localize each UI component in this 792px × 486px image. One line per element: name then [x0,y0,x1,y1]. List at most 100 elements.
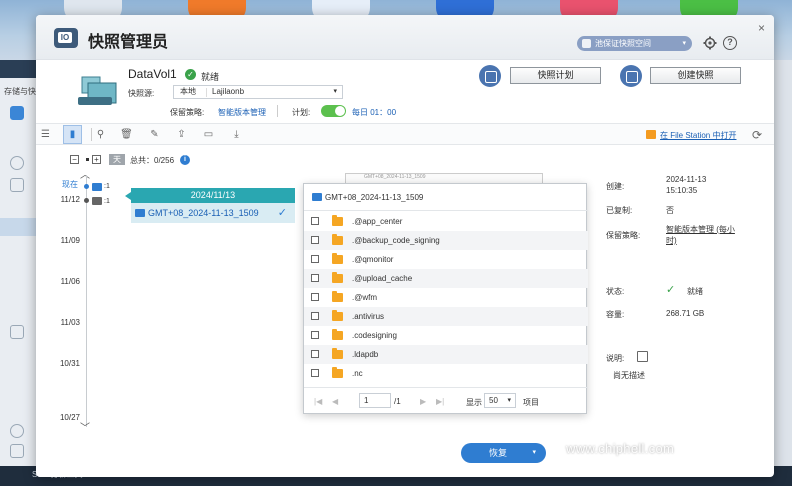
note-label: 说明: [606,354,625,363]
storage-list-icon[interactable] [10,178,24,192]
page-size-select[interactable]: 50 ▾ [484,393,516,408]
camera-icon[interactable] [620,65,642,87]
zoom-out-button[interactable]: − [70,155,79,164]
checkbox[interactable] [311,236,319,244]
timeline-date: 10/27 [59,413,80,422]
calendar-icon[interactable] [479,65,501,87]
search-icon[interactable]: ⚲ [94,128,107,141]
snapshot-schedule-button[interactable]: 快照计划 [510,67,601,84]
total-value: 0/256 [154,156,175,165]
checkbox[interactable] [311,369,319,377]
divider [91,128,92,141]
gear-icon[interactable] [703,36,717,50]
delete-icon[interactable]: 🗑 [120,128,133,141]
retention-value[interactable]: 智能版本管理 (每小 [666,224,735,235]
schedule-toggle[interactable] [321,105,346,117]
prev-page-icon[interactable]: ◀ [332,397,338,406]
page-input[interactable]: 1 [359,393,391,408]
open-in-file-station-link[interactable]: 在 File Station 中打开 [660,130,736,141]
file-name: .@app_center [352,217,403,226]
list-item[interactable]: .ldapdb [304,345,588,364]
checkbox[interactable] [311,331,319,339]
list-item[interactable]: .antivirus [304,307,588,326]
help-icon[interactable]: ? [723,36,737,50]
snapshot-mini-icon[interactable] [92,197,102,205]
schedule-value[interactable]: 每日 01：00 [352,107,396,118]
volume-icon [78,76,117,105]
create-snapshot-button[interactable]: 创建快照 [650,67,741,84]
replicated-label: 已复制: [606,206,633,215]
download-icon[interactable]: ⤓ [230,128,243,141]
file-name: .@qmonitor [352,255,394,264]
snapshot-file-browser: GMT+08_2024-11-13_1509 .@app_center .@ba… [303,183,588,414]
list-view-icon[interactable]: ☰ [39,128,52,141]
checkbox[interactable] [311,217,319,225]
source-type: 本地 [180,87,196,96]
list-item[interactable]: .@upload_cache [304,269,588,288]
back-icon[interactable] [10,424,24,438]
snapshot-icon [135,209,145,217]
checkbox[interactable] [311,350,319,358]
folder-icon [332,215,343,226]
folder-icon [332,329,343,340]
capacity-label: 容量: [606,310,625,319]
divider [206,88,207,97]
now-snapshot-count: :1 [104,183,110,190]
created-time: 15:10:35 [666,186,698,195]
zoom-in-button[interactable]: + [92,155,101,164]
first-page-icon[interactable]: |◀ [314,397,322,406]
pagination-bar: |◀ ◀ 1 /1 ▶ ▶| 显示 50 ▾ 项目 [304,387,588,414]
snapshot-nav-icon[interactable] [10,325,24,339]
checkbox[interactable] [311,255,319,263]
storage-icon[interactable] [10,106,24,120]
snapshot-total: 总共：0/256 [130,155,174,166]
day-card-header: 2024/11/13 [125,188,295,203]
status-value: 就绪 [687,287,703,296]
retention-policy-link[interactable]: 智能版本管理 [218,107,266,118]
timeline-date: 11/03 [60,318,80,327]
list-item[interactable]: .@app_center [304,212,588,231]
timeline-now-dot [84,184,89,189]
chevron-up-icon[interactable]: ︿ [80,166,90,181]
snapshot-item[interactable]: GMT+08_2024-11-13_1509 ✓ [131,203,295,223]
checkbox[interactable] [311,274,319,282]
snapshot-source-select[interactable]: 本地 Lajilaonb ▾ [173,85,343,99]
file-name: .nc [352,369,363,378]
checkbox[interactable] [311,312,319,320]
day-scale-tag[interactable]: 天 [109,154,125,165]
last-page-icon[interactable]: ▶| [436,397,444,406]
check-icon: ✓ [277,207,287,219]
list-item[interactable]: .nc [304,364,588,383]
next-page-icon[interactable]: ▶ [420,397,426,406]
close-icon[interactable]: × [758,21,765,35]
export-icon[interactable]: ⇪ [175,128,188,141]
edit-icon[interactable] [637,351,648,362]
list-item[interactable]: .codesigning [304,326,588,345]
snapshot-mini-icon[interactable] [92,183,102,191]
snapshot-manager-window: 快照管理员 池保证快照空间 ▾ ? × DataVol1 ✓ 就绪 快照源: 本… [36,15,774,477]
chevron-down-icon[interactable]: ﹀ [80,419,90,434]
chevron-down-icon: ▾ [532,449,536,456]
info-icon[interactable]: i [180,155,190,165]
file-name: .codesigning [352,331,397,340]
list-item[interactable]: .@backup_code_signing [304,231,588,250]
retention-label: 保留策略: [606,231,641,240]
list-item[interactable]: .@qmonitor [304,250,588,269]
divider [277,105,278,117]
pool-guaranteed-space-button[interactable]: 池保证快照空间 ▾ [577,36,692,51]
file-name: .@upload_cache [352,274,413,283]
snapshot-name: GMT+08_2024-11-13_1509 [148,208,259,218]
folder-icon [332,310,343,321]
restore-button[interactable]: 恢复 ▾ [461,443,546,463]
retention-value-cont[interactable]: 时) [666,235,677,246]
display-label: 显示 [466,398,482,407]
refresh-icon[interactable]: ⟳ [752,128,762,142]
dashboard-icon[interactable] [10,156,24,170]
folder-icon[interactable]: ▭ [202,128,215,141]
edit-icon[interactable]: ✎ [148,128,161,141]
list-item[interactable]: .@wfm [304,288,588,307]
tool-icon[interactable] [10,444,24,458]
pool-button-label: 池保证快照空间 [595,39,651,48]
checkbox[interactable] [311,293,319,301]
file-name: .@wfm [352,293,378,302]
